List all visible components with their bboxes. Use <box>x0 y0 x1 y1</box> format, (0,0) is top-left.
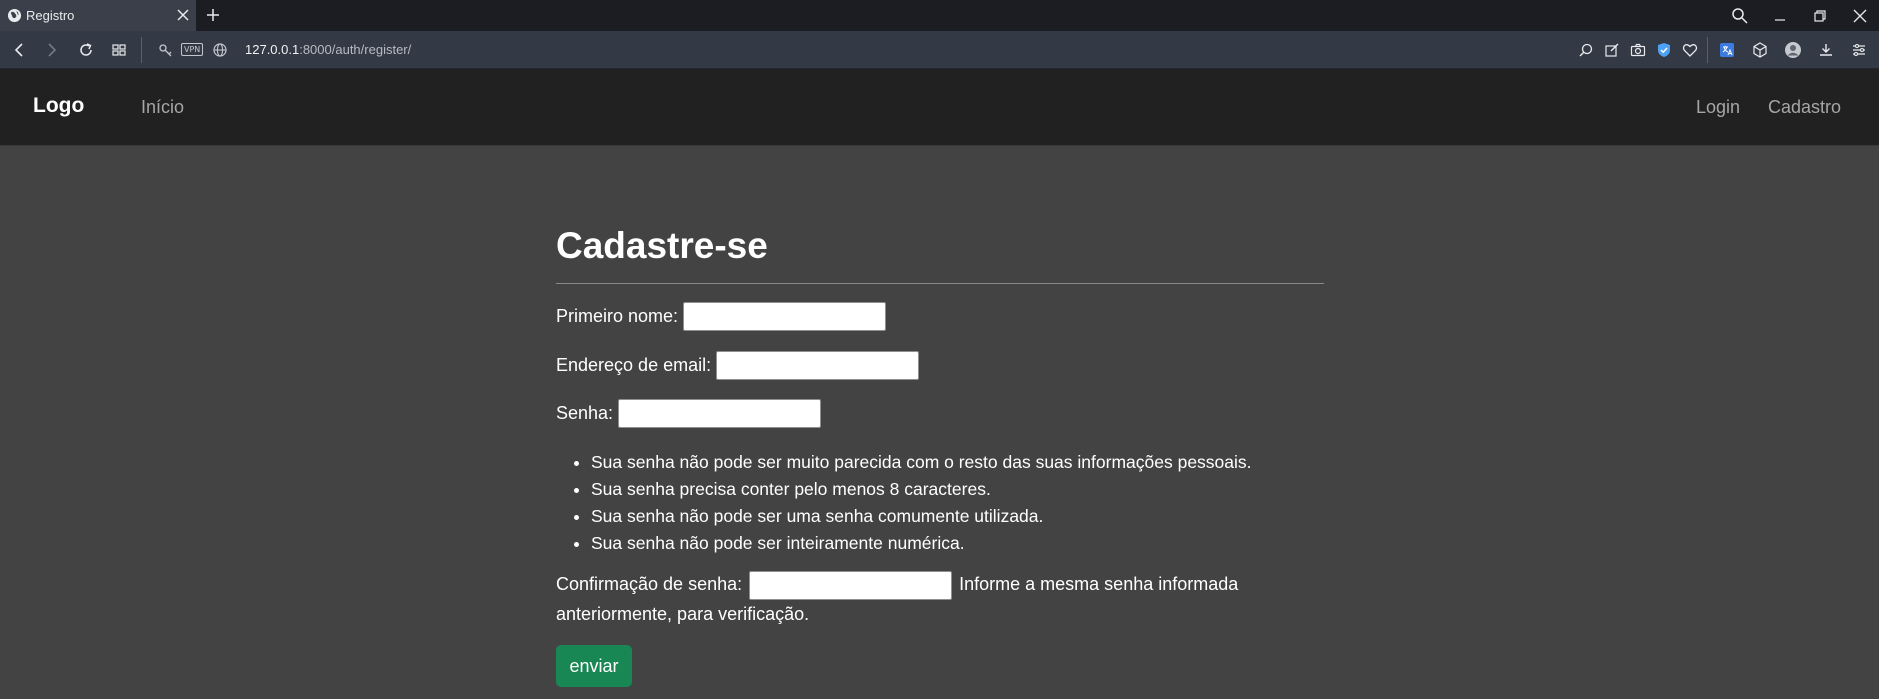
tab-title: Registro <box>26 8 75 23</box>
password-confirm-label: Confirmação de senha: <box>556 574 743 594</box>
email-row: Endereço de email: <box>556 351 920 380</box>
submit-button[interactable]: enviar <box>556 645 632 687</box>
password-help-item: Sua senha não pode ser inteiramente numé… <box>591 530 1252 557</box>
extensions-cube-icon[interactable] <box>1750 40 1770 60</box>
translate-icon[interactable] <box>1717 40 1737 60</box>
brand-logo[interactable]: Logo <box>33 94 84 118</box>
site-navbar: Logo Início Login Cadastro <box>0 69 1879 146</box>
first-name-input[interactable] <box>683 302 887 331</box>
edit-icon[interactable] <box>1602 40 1622 60</box>
browser-toolbar: VPN 127.0.0.1:8000/auth/register/ <box>0 31 1879 69</box>
site-info-globe-icon[interactable] <box>210 40 230 60</box>
close-window-icon[interactable] <box>1849 5 1871 27</box>
heart-icon[interactable] <box>1680 40 1700 60</box>
first-name-row: Primeiro nome: <box>556 302 887 331</box>
password-help-item: Sua senha não pode ser muito parecida co… <box>591 449 1252 476</box>
password-confirm-input[interactable] <box>749 570 953 600</box>
easy-setup-icon[interactable] <box>1849 40 1869 60</box>
vpn-badge[interactable]: VPN <box>181 43 204 56</box>
password-confirm-row: Confirmação de senha: Informe a mesma se… <box>556 570 1256 628</box>
nav-link-register[interactable]: Cadastro <box>1768 97 1841 118</box>
reload-icon[interactable] <box>76 40 96 60</box>
forward-icon[interactable] <box>42 40 62 60</box>
title-divider <box>556 283 1324 284</box>
nav-link-home[interactable]: Início <box>141 97 184 118</box>
password-label: Senha: <box>556 403 614 423</box>
password-row: Senha: <box>556 399 822 428</box>
shield-icon[interactable] <box>1654 40 1674 60</box>
new-tab-icon[interactable] <box>203 5 223 25</box>
nav-link-login[interactable]: Login <box>1696 97 1740 118</box>
toolbar-separator <box>1707 37 1708 63</box>
close-tab-icon[interactable] <box>174 6 192 24</box>
first-name-label: Primeiro nome: <box>556 306 679 326</box>
password-help-list: Sua senha não pode ser muito parecida co… <box>591 449 1252 557</box>
url-host: 127.0.0.1 <box>245 42 300 57</box>
password-help-item: Sua senha precisa conter pelo menos 8 ca… <box>591 476 1252 503</box>
page-title: Cadastre-se <box>556 225 768 266</box>
restore-icon[interactable] <box>1809 5 1831 27</box>
email-label: Endereço de email: <box>556 355 712 375</box>
search-tabs-icon[interactable] <box>1729 5 1751 27</box>
key-icon[interactable] <box>156 40 176 60</box>
address-bar[interactable]: 127.0.0.1:8000/auth/register/ <box>245 42 411 57</box>
url-path: :8000/auth/register/ <box>299 42 412 57</box>
toolbar-separator <box>141 37 142 63</box>
profile-avatar-icon[interactable] <box>1783 40 1803 60</box>
minimize-icon[interactable] <box>1769 5 1791 27</box>
download-icon[interactable] <box>1816 40 1836 60</box>
password-help-item: Sua senha não pode ser uma senha comumen… <box>591 503 1252 530</box>
back-icon[interactable] <box>9 40 29 60</box>
camera-icon[interactable] <box>1628 40 1648 60</box>
browser-tab[interactable]: Registro <box>0 0 196 31</box>
zoom-icon[interactable] <box>1576 40 1596 60</box>
password-input[interactable] <box>618 399 822 428</box>
globe-icon <box>7 8 22 23</box>
browser-tab-strip: Registro <box>0 0 1879 31</box>
email-input[interactable] <box>716 351 920 380</box>
speed-dial-icon[interactable] <box>109 40 129 60</box>
